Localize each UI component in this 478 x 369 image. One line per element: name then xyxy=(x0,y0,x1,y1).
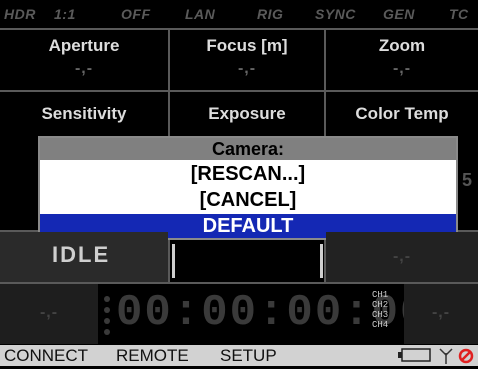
zoom-value[interactable]: -,- xyxy=(326,60,478,78)
level-marker-right xyxy=(320,244,323,278)
tc-right-value: -,- xyxy=(431,304,451,321)
tc-dots xyxy=(102,292,112,340)
right-value: -,- xyxy=(392,248,412,265)
status-bar: HDR 1:1 OFF LAN RIG SYNC GEN TC xyxy=(0,0,478,30)
camera-dialog: Camera: [RESCAN...] [CANCEL] DEFAULT xyxy=(38,136,458,240)
color-temp-value-partial: 5 xyxy=(462,170,473,190)
tab-remote[interactable]: REMOTE xyxy=(116,346,189,366)
dialog-title: Camera: xyxy=(40,138,456,160)
grid-line xyxy=(0,28,478,30)
status-off: OFF xyxy=(121,6,151,22)
status-gen: GEN xyxy=(383,6,415,22)
channel-4: CH4 xyxy=(372,320,389,330)
channel-2: CH2 xyxy=(372,300,389,310)
channel-3: CH3 xyxy=(372,310,389,320)
tab-setup[interactable]: SETUP xyxy=(220,346,277,366)
status-rig: RIG xyxy=(257,6,284,22)
aperture-label: Aperture xyxy=(48,36,120,55)
zoom-label: Zoom xyxy=(378,36,426,55)
status-hdr: HDR xyxy=(4,6,36,22)
color-temp-label: Color Temp xyxy=(355,104,449,123)
record-state: IDLE xyxy=(52,242,111,267)
antenna-icon xyxy=(438,347,454,364)
bottom-bar: CONNECT REMOTE SETUP xyxy=(0,345,478,366)
tab-connect[interactable]: CONNECT xyxy=(4,346,88,366)
focus-label: Focus [m] xyxy=(206,36,288,55)
status-lan: LAN xyxy=(185,6,216,22)
sensitivity-label: Sensitivity xyxy=(41,104,127,123)
status-ratio: 1:1 xyxy=(54,6,76,22)
cancel-option[interactable]: [CANCEL] xyxy=(40,188,456,212)
no-signal-icon xyxy=(458,348,474,364)
exposure-label: Exposure xyxy=(208,104,286,123)
level-marker-left xyxy=(172,244,175,278)
rescan-option[interactable]: [RESCAN...] xyxy=(40,162,456,186)
battery-icon xyxy=(398,348,432,362)
channel-list: CH1 CH2 CH3 CH4 xyxy=(372,290,392,330)
channel-1: CH1 xyxy=(372,290,389,300)
tc-left-value: -,- xyxy=(39,304,59,321)
grid-line xyxy=(0,90,478,92)
aperture-value[interactable]: -,- xyxy=(0,60,168,78)
focus-value[interactable]: -,- xyxy=(170,60,324,78)
status-tc: TC xyxy=(449,6,469,22)
status-sync: SYNC xyxy=(315,6,356,22)
